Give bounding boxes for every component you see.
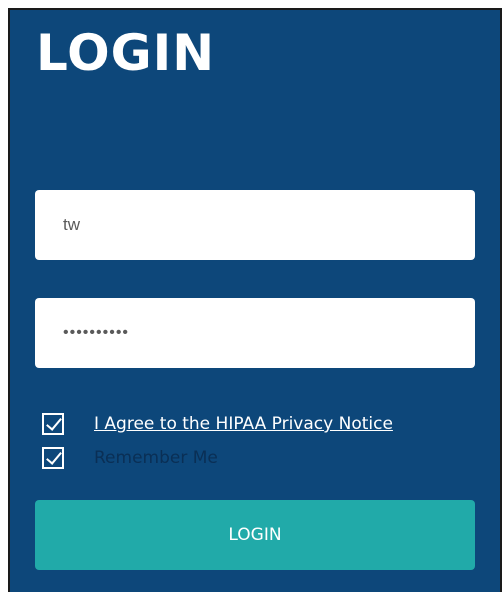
hipaa-agree-row: I Agree to the HIPAA Privacy Notice [42,412,393,436]
login-panel: LOGIN I Agree to the HIPAA Privacy Notic… [8,8,502,592]
hipaa-privacy-notice-link[interactable]: I Agree to the HIPAA Privacy Notice [94,414,393,434]
login-title: LOGIN [36,24,216,82]
hipaa-agree-checkbox[interactable] [42,413,64,435]
remember-me-label: Remember Me [94,448,218,468]
remember-me-row: Remember Me [42,446,218,470]
password-input[interactable] [35,298,475,368]
login-button[interactable]: LOGIN [35,500,475,570]
remember-me-checkbox[interactable] [42,447,64,469]
username-input[interactable] [35,190,475,260]
